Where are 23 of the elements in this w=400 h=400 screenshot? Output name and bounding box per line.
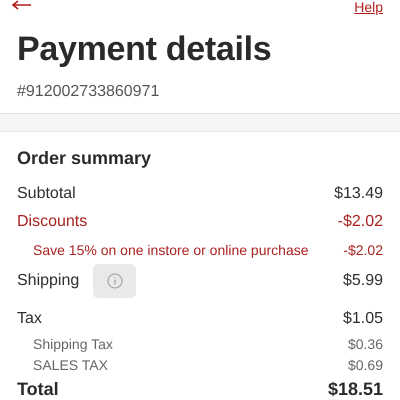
line-item-amount: $1.05 <box>342 310 383 328</box>
page-title: Payment details <box>17 30 272 69</box>
line-item-amount: $0.36 <box>348 336 383 352</box>
line-item-label: SALES TAX <box>33 356 108 372</box>
line-item-amount: $13.49 <box>334 185 383 203</box>
section-heading: Order summary <box>17 148 152 169</box>
info-button[interactable] <box>93 264 136 298</box>
line-item-amount: -$2.02 <box>343 242 383 258</box>
line-item-amount: $5.99 <box>342 272 383 290</box>
line-item-amount: -$2.02 <box>338 213 383 231</box>
line-item-amount: $0.69 <box>348 356 383 372</box>
info-icon <box>106 273 123 289</box>
line-item-label: Discounts <box>17 213 88 231</box>
line-item-label: Shipping <box>17 272 80 290</box>
order-number: #912002733860971 <box>17 83 160 101</box>
help-link[interactable]: Help <box>354 0 383 14</box>
total-amount: $18.51 <box>328 378 383 400</box>
back-arrow-icon[interactable] <box>10 0 32 10</box>
total-label: Total <box>17 378 59 400</box>
line-item-label: Subtotal <box>17 185 76 203</box>
line-item-label: Save 15% on one instore or online purchase <box>33 242 309 258</box>
line-item-label: Tax <box>17 310 42 328</box>
line-item-label: Shipping Tax <box>33 336 113 352</box>
